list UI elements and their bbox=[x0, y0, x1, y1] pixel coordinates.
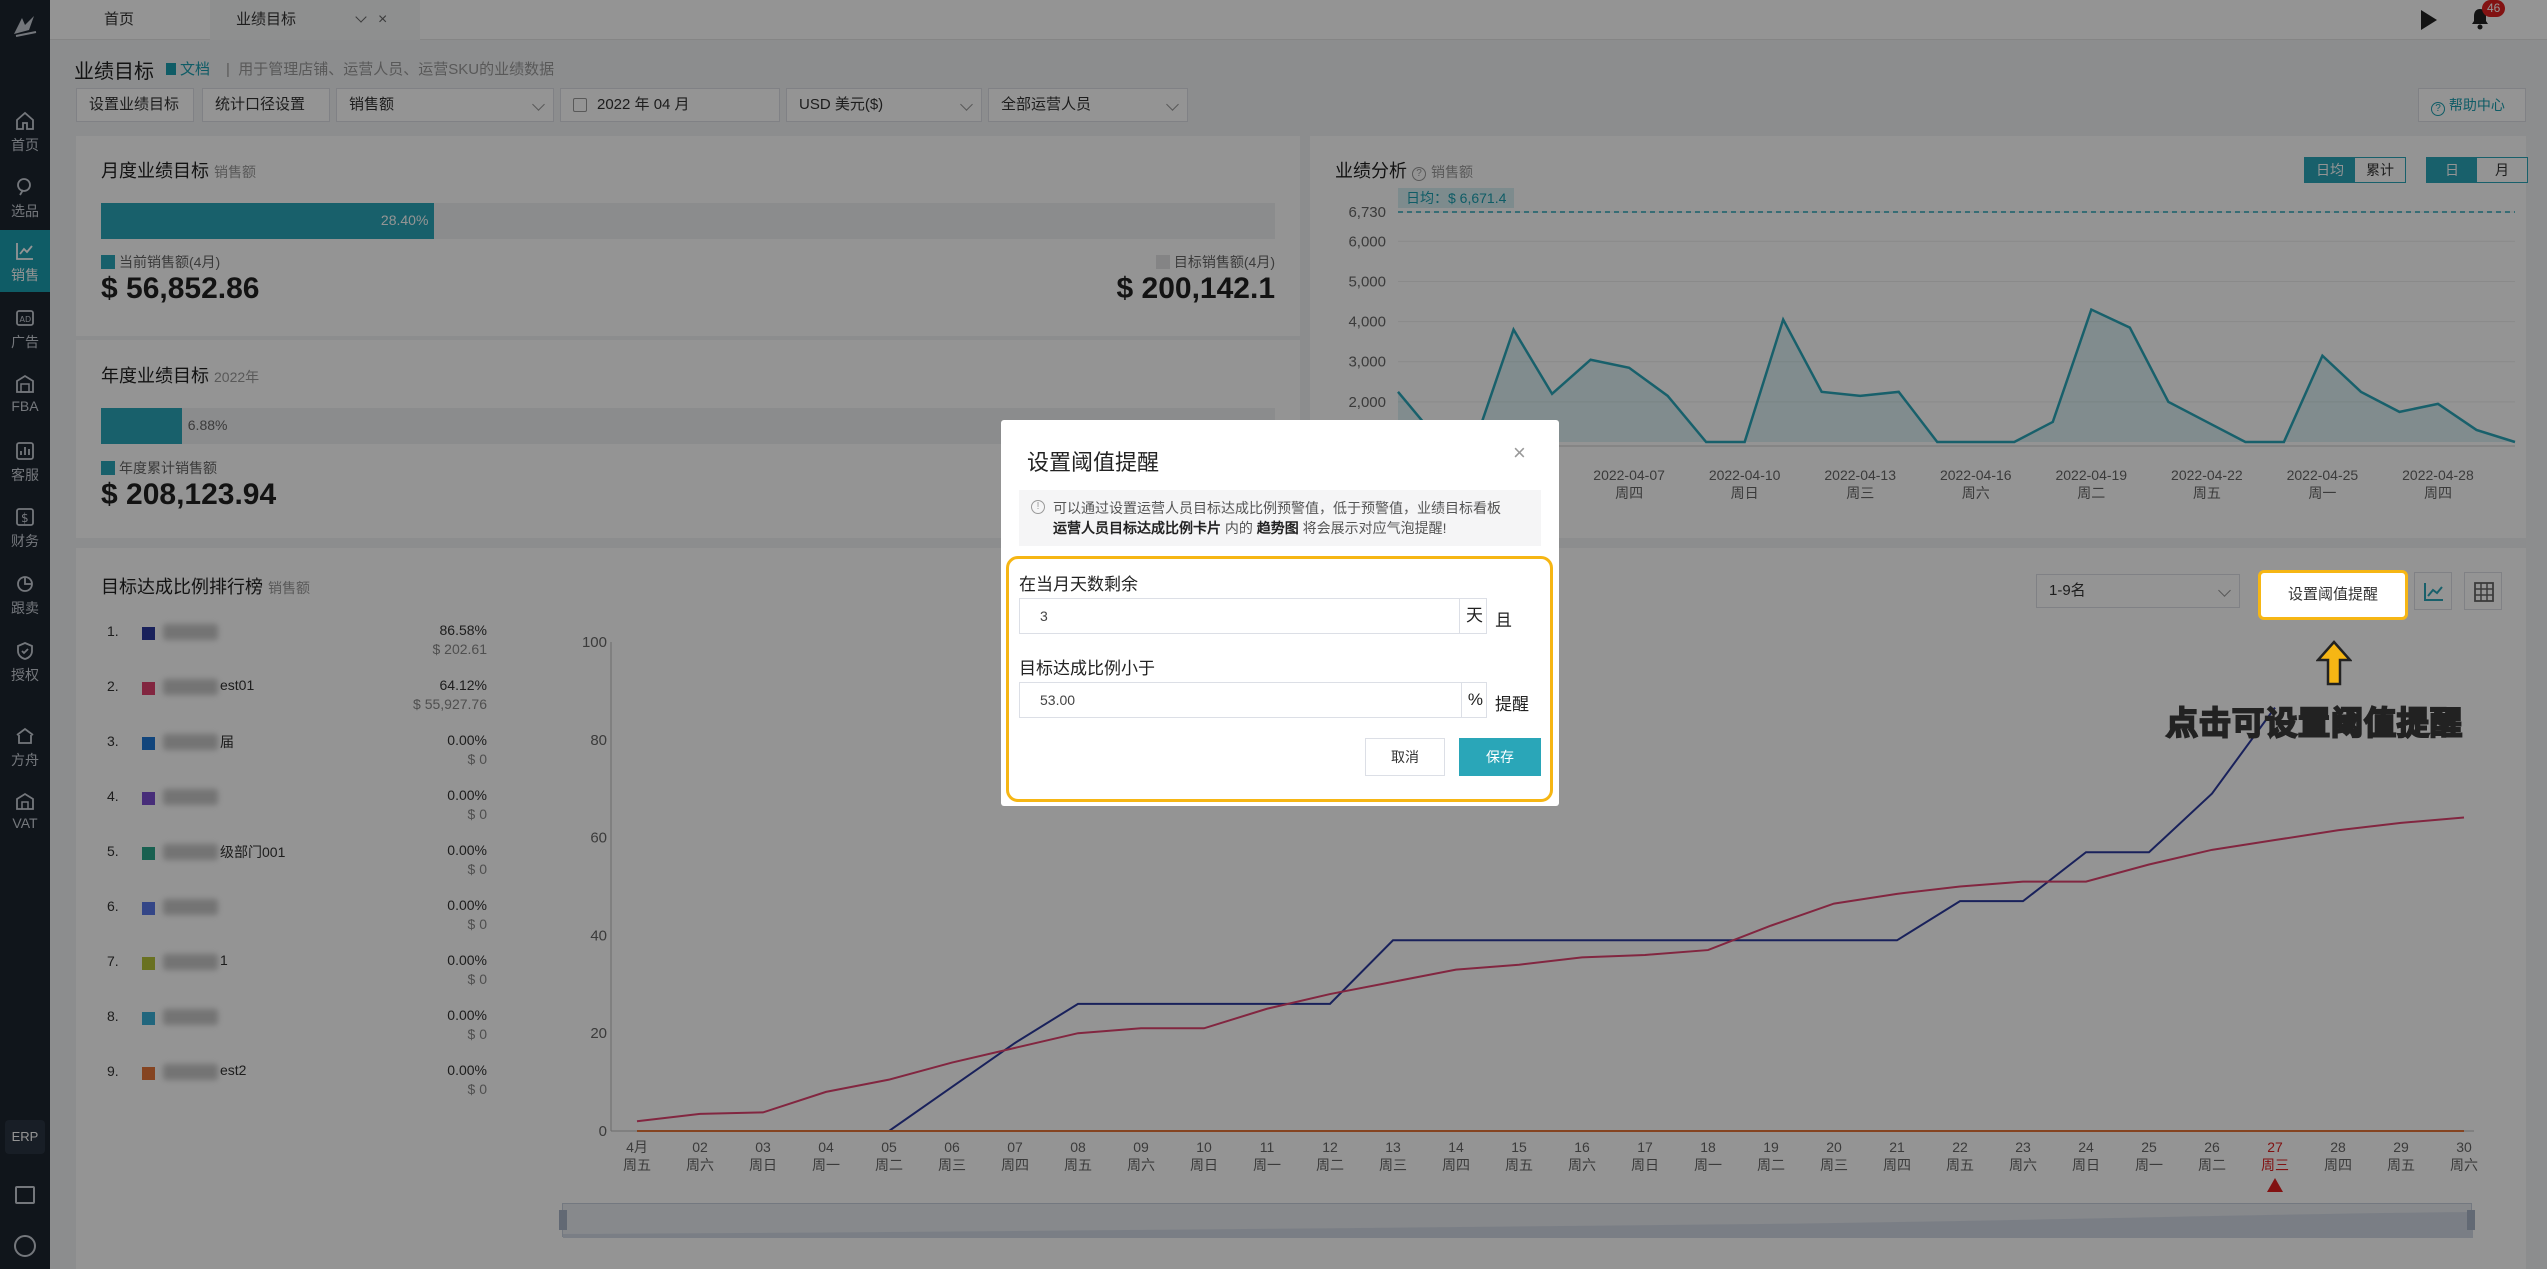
arrow-up-icon bbox=[2315, 640, 2353, 686]
ratio-input[interactable]: 53.00 % bbox=[1019, 682, 1487, 718]
modal-title: 设置阈值提醒 bbox=[1027, 450, 1160, 475]
threshold-modal: 设置阈值提醒 × ! 可以通过设置运营人员目标达成比例预警值，低于预警值，业绩目… bbox=[1001, 420, 1559, 806]
days-input[interactable]: 3 天 bbox=[1019, 598, 1487, 634]
ratio-label: 目标达成比例小于 bbox=[1019, 659, 1155, 678]
modal-close-icon[interactable]: × bbox=[1513, 440, 1526, 466]
annotation-text: 点击可设置阈值提醒 bbox=[2165, 704, 2464, 742]
days-label: 在当月天数剩余 bbox=[1019, 575, 1138, 594]
cancel-button[interactable]: 取消 bbox=[1365, 738, 1445, 776]
ratio-unit: % bbox=[1460, 683, 1483, 717]
info-icon: ! bbox=[1031, 500, 1045, 514]
days-unit: 天 bbox=[1459, 599, 1483, 633]
days-suffix: 且 bbox=[1495, 611, 1512, 630]
set-alert-button[interactable]: 设置阈值提醒 bbox=[2258, 570, 2408, 620]
save-button[interactable]: 保存 bbox=[1459, 738, 1541, 776]
modal-tip: ! 可以通过设置运营人员目标达成比例预警值，低于预警值，业绩目标看板 运营人员目… bbox=[1019, 490, 1541, 546]
ratio-suffix: 提醒 bbox=[1495, 695, 1529, 714]
